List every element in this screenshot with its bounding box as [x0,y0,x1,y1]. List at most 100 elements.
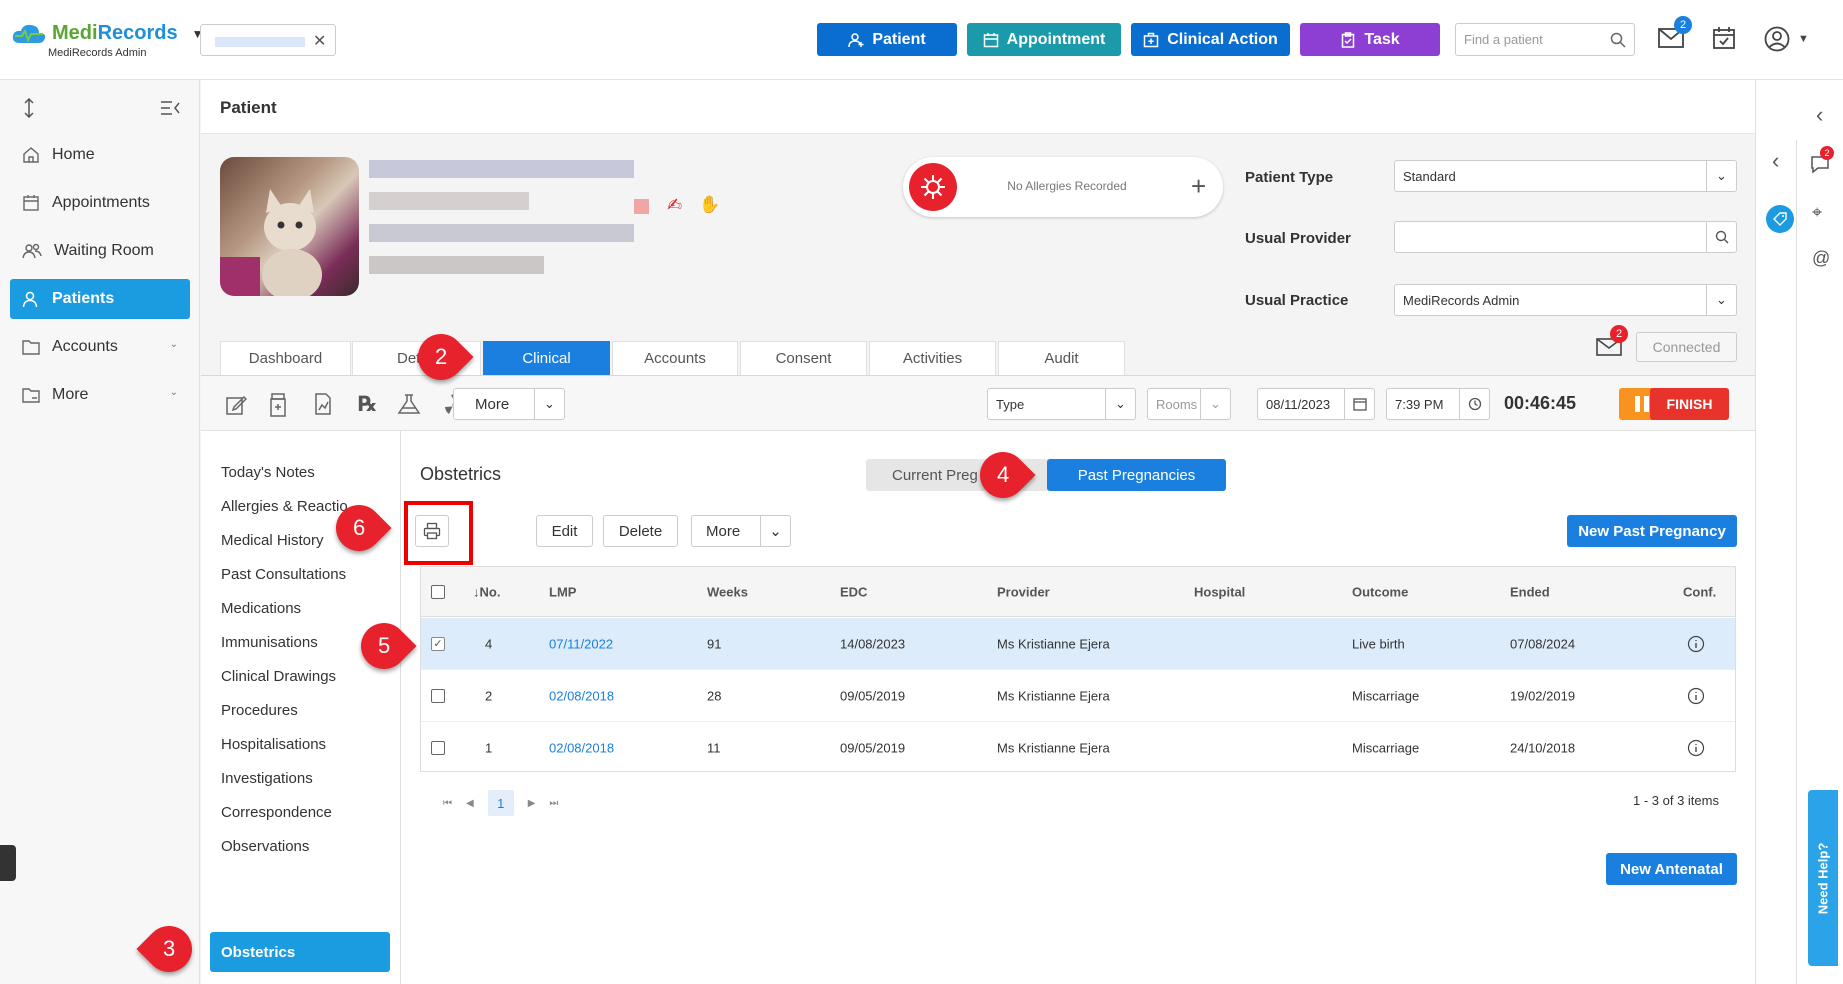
need-help-tab[interactable]: Need Help? [1808,790,1838,966]
row-checkbox[interactable] [431,741,445,755]
col-conf[interactable]: Conf. [1683,584,1716,599]
nav-appointments[interactable]: Appointments [10,183,190,223]
first-page-icon[interactable]: ⏮ [443,798,452,809]
subnav-medications[interactable]: Medications [221,600,301,617]
clock-icon[interactable] [1459,389,1489,419]
edit-note-icon[interactable] [225,394,247,416]
past-pregnancies-toggle[interactable]: Past Pregnancies [1047,459,1226,491]
col-no[interactable]: ↓No. [473,584,500,599]
tab-clinical[interactable]: Clinical [483,341,610,375]
clinical-action-button[interactable]: Clinical Action [1131,23,1290,56]
info-icon[interactable] [1687,687,1705,705]
subnav-todays-notes[interactable]: Today's Notes [221,464,315,481]
row-checkbox[interactable] [431,688,445,703]
chevron-left-icon[interactable]: ‹ [1772,148,1779,174]
patient-type-select[interactable]: Standard ⌄ [1394,160,1737,192]
user-menu-button[interactable]: ▼ [1764,26,1809,52]
info-icon[interactable] [1687,635,1705,653]
tab-dashboard[interactable]: Dashboard [220,341,351,375]
cell-lmp-link[interactable]: 07/11/2022 [549,636,613,651]
new-antenatal-button[interactable]: New Antenatal [1606,853,1737,885]
nav-more[interactable]: More ⌄ [10,375,190,415]
table-row[interactable]: ✓ 4 07/11/2022 91 14/08/2023 Ms Kristian… [421,618,1735,670]
col-edc[interactable]: EDC [840,584,867,599]
time-input[interactable]: 7:39 PM [1386,388,1490,420]
nav-accounts[interactable]: Accounts ⌄ [10,327,190,367]
page-number[interactable]: 1 [487,790,514,816]
subnav-procedures[interactable]: Procedures [221,702,298,719]
new-patient-button[interactable]: Patient [817,23,957,56]
subnav-obstetrics[interactable]: Obstetrics [210,932,390,972]
allergy-card[interactable]: No Allergies Recorded + [903,157,1223,217]
last-page-icon[interactable]: ⏭ [549,798,558,809]
subnav-investigations[interactable]: Investigations [221,770,313,787]
at-mention-icon[interactable]: @ [1812,248,1830,269]
row-checkbox[interactable]: ✓ [431,636,445,651]
col-ended[interactable]: Ended [1510,584,1550,599]
subnav-correspondence[interactable]: Correspondence [221,804,332,821]
select-all-checkbox[interactable] [431,584,445,599]
table-row[interactable]: 1 02/08/2018 11 09/05/2019 Ms Kristianne… [421,722,1735,774]
prev-page-icon[interactable]: ◀ [466,798,474,809]
nav-patients[interactable]: Patients [10,279,190,319]
col-provider[interactable]: Provider [997,584,1050,599]
type-select[interactable]: Type ⌄ [987,388,1136,420]
cell-lmp-link[interactable]: 02/08/2018 [549,688,614,703]
subnav-observations[interactable]: Observations [221,838,309,855]
chevron-left-icon[interactable]: ‹ [1816,102,1823,128]
calendar-icon[interactable] [1344,389,1374,419]
tab-activities[interactable]: Activities [869,341,996,375]
nav-waiting-room[interactable]: Waiting Room [10,231,190,271]
hand-icon[interactable]: ✋ [699,195,720,215]
rooms-select[interactable]: Rooms ⌄ [1147,388,1231,420]
new-appointment-button[interactable]: Appointment [967,23,1121,56]
delete-button[interactable]: Delete [603,515,678,547]
finish-button[interactable]: FINISH [1650,388,1729,420]
side-dock-tab[interactable] [0,845,16,881]
mail-button[interactable]: 2 [1658,16,1692,48]
document-chart-icon[interactable] [314,393,332,415]
close-icon[interactable]: ✕ [313,31,326,51]
col-hospital[interactable]: Hospital [1194,584,1245,599]
table-row[interactable]: 2 02/08/2018 28 09/05/2019 Ms Kristianne… [421,670,1735,722]
calendar-check-button[interactable] [1712,26,1736,50]
find-patient-input[interactable]: Find a patient [1455,23,1635,56]
search-icon[interactable] [1706,222,1736,252]
edit-button[interactable]: Edit [536,515,593,547]
tab-audit[interactable]: Audit [998,341,1125,375]
expand-vertical-icon[interactable] [22,98,36,118]
rx-icon[interactable]: ℞ [358,392,377,417]
col-weeks[interactable]: Weeks [707,584,748,599]
subnav-clinical-drawings[interactable]: Clinical Drawings [221,668,336,685]
nav-home[interactable]: Home [10,135,190,175]
brand-logo[interactable]: MediRecords ▼ MediRecords Admin [12,22,203,59]
tag-icon[interactable] [1766,205,1794,233]
lab-flask-icon[interactable] [397,394,421,414]
cell-lmp-link[interactable]: 02/08/2018 [549,741,614,756]
col-outcome[interactable]: Outcome [1352,584,1408,599]
subnav-allergies[interactable]: Allergies & Reactio [221,498,348,515]
usual-provider-input[interactable] [1394,221,1737,253]
new-past-pregnancy-button[interactable]: New Past Pregnancy [1567,515,1737,547]
message-button[interactable]: 2 [1596,325,1628,357]
new-task-button[interactable]: Task [1300,23,1440,56]
info-icon[interactable] [1687,739,1705,757]
subnav-immunisations[interactable]: Immunisations [221,634,318,651]
subnav-medical-history[interactable]: Medical History [221,532,324,549]
date-input[interactable]: 08/11/2023 [1257,388,1375,420]
search-icon[interactable] [1610,32,1626,48]
col-lmp[interactable]: LMP [549,584,576,599]
more-tools-dropdown[interactable]: More ⌄ [453,388,565,420]
add-allergy-icon[interactable]: + [1191,171,1206,202]
patient-photo[interactable] [220,157,359,296]
more-actions-dropdown[interactable]: More ⌄ [691,515,791,547]
tab-consent[interactable]: Consent [740,341,867,375]
chat-button[interactable]: 2 [1810,146,1834,174]
subnav-hospitalisations[interactable]: Hospitalisations [221,736,326,753]
next-page-icon[interactable]: ▶ [528,798,536,809]
collapse-menu-icon[interactable] [160,100,180,116]
prescription-bottle-icon[interactable] [269,393,287,417]
usual-practice-select[interactable]: MediRecords Admin ⌄ [1394,284,1737,316]
patient-tab-chip[interactable]: ✕ [200,24,336,56]
pin-icon[interactable]: ⌖ [1812,202,1822,223]
